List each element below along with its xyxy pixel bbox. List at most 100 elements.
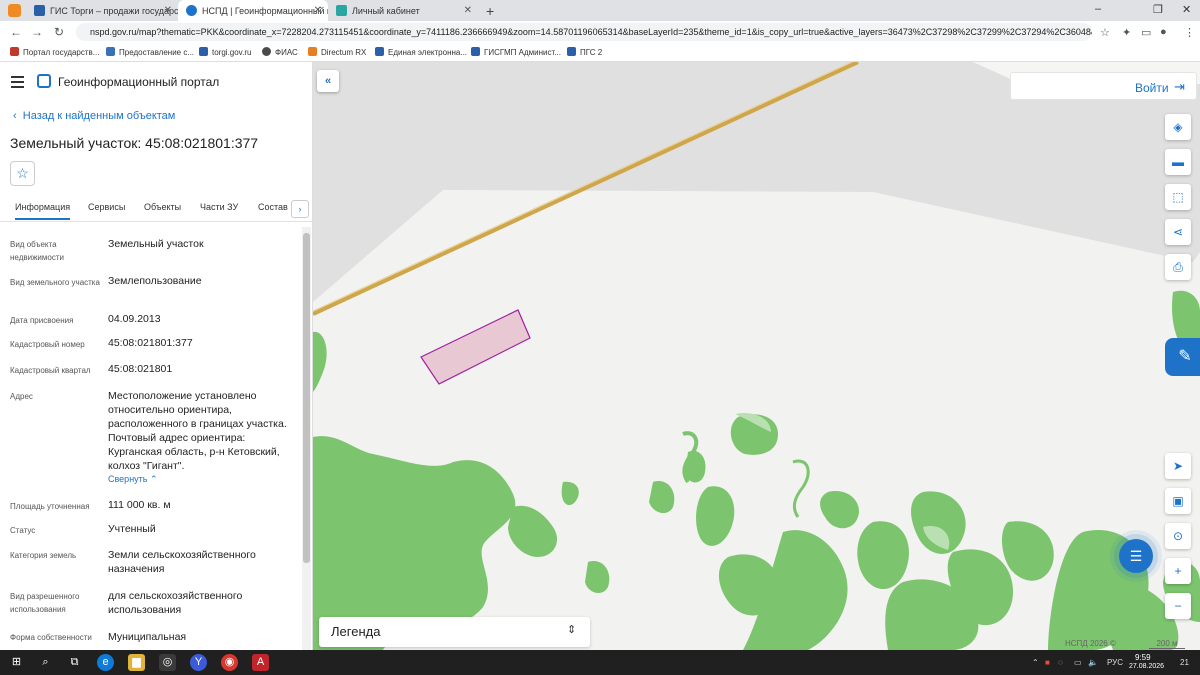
legend-dropdown[interactable]: Легенда ⇕ [319, 617, 590, 647]
field-label: Кадастровый номер [10, 340, 85, 349]
field-value: 45:08:021801 [108, 363, 173, 375]
bookmark-icon [262, 47, 271, 56]
language-indicator[interactable]: РУС [1107, 658, 1123, 667]
bookmark-icon [308, 47, 317, 56]
field-label: Вид разрешенного использования [10, 592, 80, 614]
tab-favicon-icon [34, 5, 45, 16]
edge-icon[interactable]: e [97, 654, 114, 671]
field-label: Вид земельного участка [10, 278, 100, 287]
ruler-icon[interactable]: ▬ [1165, 149, 1191, 175]
sidebar-icon[interactable]: ▭ [1141, 26, 1151, 39]
network-icon[interactable]: ▭ [1074, 658, 1082, 667]
share-icon[interactable]: ⋖ [1165, 219, 1191, 245]
close-window-button[interactable]: ✕ [1182, 3, 1191, 16]
favorite-star-button[interactable]: ☆ [10, 161, 35, 186]
pinned-tab[interactable] [8, 4, 21, 17]
login-label: Войти [1135, 81, 1169, 95]
bookmark-item[interactable]: Портал государств... [10, 47, 99, 57]
bookmark-label: ГИСГМП Админист... [484, 48, 561, 57]
bookmark-icon [375, 47, 384, 56]
browser-tab-gis-torgi[interactable]: ГИС Торги – продажи государс ✕ [26, 0, 178, 21]
locate-icon[interactable]: ⊙ [1165, 523, 1191, 549]
tray-app-icon[interactable]: ■ [1045, 658, 1050, 667]
menu-hamburger-icon[interactable] [11, 76, 24, 91]
scrollbar-thumb[interactable] [303, 233, 310, 563]
search-icon[interactable]: ⌕ [37, 654, 54, 671]
bookmark-item[interactable]: Directum RX [308, 47, 366, 57]
field-value: Землепользование [108, 275, 202, 287]
url-bar[interactable]: nspd.gov.ru/map?thematic=PKK&coordinate_… [76, 23, 1092, 41]
tab-title: НСПД | Геоинформационный п [202, 6, 328, 16]
pdf-reader-icon[interactable]: A [252, 654, 269, 671]
yandex-browser-icon[interactable]: Y [190, 654, 207, 671]
tray-chevron-icon[interactable]: ⌃ [1032, 658, 1039, 667]
tab-close-icon[interactable]: ✕ [164, 5, 172, 16]
volume-icon[interactable]: 🔈 [1088, 658, 1098, 667]
url-text: nspd.gov.ru/map?thematic=PKK&coordinate_… [90, 27, 1092, 37]
reload-icon[interactable]: ↻ [54, 25, 64, 39]
map-scale: 200 м [1149, 639, 1185, 649]
windows-start-icon[interactable]: ⊞ [8, 654, 25, 671]
chrome-icon[interactable]: ◉ [221, 654, 238, 671]
page-title: Земельный участок: 45:08:021801:377 [10, 135, 259, 151]
browser-tab-nspd[interactable]: НСПД | Геоинформационный п ✕ [178, 0, 328, 21]
extensions-icon[interactable]: ✦ [1122, 26, 1131, 39]
chat-bubble-icon[interactable]: ☰ [1119, 539, 1153, 573]
back-to-results-link[interactable]: ‹ Назад к найденным объектам [13, 110, 175, 122]
zoom-out-icon[interactable]: − [1165, 593, 1191, 619]
bookmark-label: torgi.gov.ru [212, 48, 252, 57]
map-view[interactable]: « Войти ⇥ ◈ ▬ ⬚ ⋖ ⎙ ✎ ➤ ▣ ⊙ + − ☰ Легенд… [313, 62, 1200, 650]
tabs-next-button[interactable]: › [291, 200, 309, 218]
task-view-icon[interactable]: ⧉ [66, 654, 83, 671]
app-icon[interactable]: ◎ [159, 654, 176, 671]
tab-close-icon[interactable]: ✕ [464, 5, 472, 16]
star-bookmark-icon[interactable]: ☆ [1100, 26, 1110, 39]
tab-objects[interactable]: Объекты [144, 202, 181, 212]
chat-side-icon[interactable]: ✎ [1165, 338, 1200, 376]
back-link-label: Назад к найденным объектам [22, 110, 176, 122]
login-button[interactable]: Войти ⇥ [1010, 72, 1197, 100]
bookmark-item[interactable]: ГИСГМП Админист... [471, 47, 561, 57]
forward-arrow-icon[interactable]: → [31, 25, 43, 39]
bookmark-item[interactable]: ПГС 2 [567, 47, 602, 57]
bookmark-icon [199, 47, 208, 56]
bookmark-icon [10, 47, 19, 56]
bookmark-icon [106, 47, 115, 56]
bookmark-item[interactable]: ФИАС [262, 47, 298, 57]
bookmark-label: Предоставление с... [119, 48, 195, 57]
profile-icon[interactable]: ● [1160, 26, 1167, 38]
restore-button[interactable]: ❐ [1153, 3, 1163, 16]
tray-app-icon[interactable]: ◌ [1058, 658, 1063, 667]
bookmark-item[interactable]: torgi.gov.ru [199, 47, 251, 57]
tab-services[interactable]: Сервисы [88, 202, 125, 212]
bookmark-icon [471, 47, 480, 56]
collapse-link[interactable]: Свернуть ⌃ [108, 474, 158, 485]
panel-scrollbar[interactable] [302, 227, 311, 650]
layers-icon[interactable]: ◈ [1165, 114, 1191, 140]
file-explorer-icon[interactable]: ▆ [128, 654, 145, 671]
new-tab-button[interactable]: + [486, 3, 494, 19]
tab-composition[interactable]: Состав [258, 202, 288, 212]
minimap-icon[interactable]: ▣ [1165, 488, 1191, 514]
tab-close-icon[interactable]: ✕ [314, 5, 322, 16]
menu-dots-icon[interactable]: ⋮ [1184, 26, 1195, 39]
field-label: Дата присвоения [10, 316, 74, 325]
notifications-badge[interactable]: 21 [1180, 658, 1189, 667]
minimize-button[interactable]: – [1095, 3, 1101, 15]
tab-favicon-icon [186, 5, 197, 16]
bookmark-item[interactable]: Единая электронна... [375, 47, 467, 57]
back-arrow-icon[interactable]: ← [10, 25, 22, 39]
tab-information[interactable]: Информация [15, 202, 71, 220]
tab-title: Личный кабинет [352, 6, 420, 16]
navigate-icon[interactable]: ➤ [1165, 453, 1191, 479]
object-tabs: Информация Сервисы Объекты Части ЗУ Сост… [0, 195, 312, 222]
bookmark-item[interactable]: Предоставление с... [106, 47, 194, 57]
zoom-in-icon[interactable]: + [1165, 558, 1191, 584]
bookmark-label: ПГС 2 [580, 48, 603, 57]
login-arrow-icon: ⇥ [1174, 79, 1185, 94]
print-icon[interactable]: ⎙ [1165, 254, 1191, 280]
tab-parts[interactable]: Части ЗУ [200, 202, 238, 212]
select-area-icon[interactable]: ⬚ [1165, 184, 1191, 210]
browser-tab-personal-cabinet[interactable]: Личный кабинет ✕ [328, 0, 478, 21]
collapse-panel-button[interactable]: « [317, 70, 339, 92]
